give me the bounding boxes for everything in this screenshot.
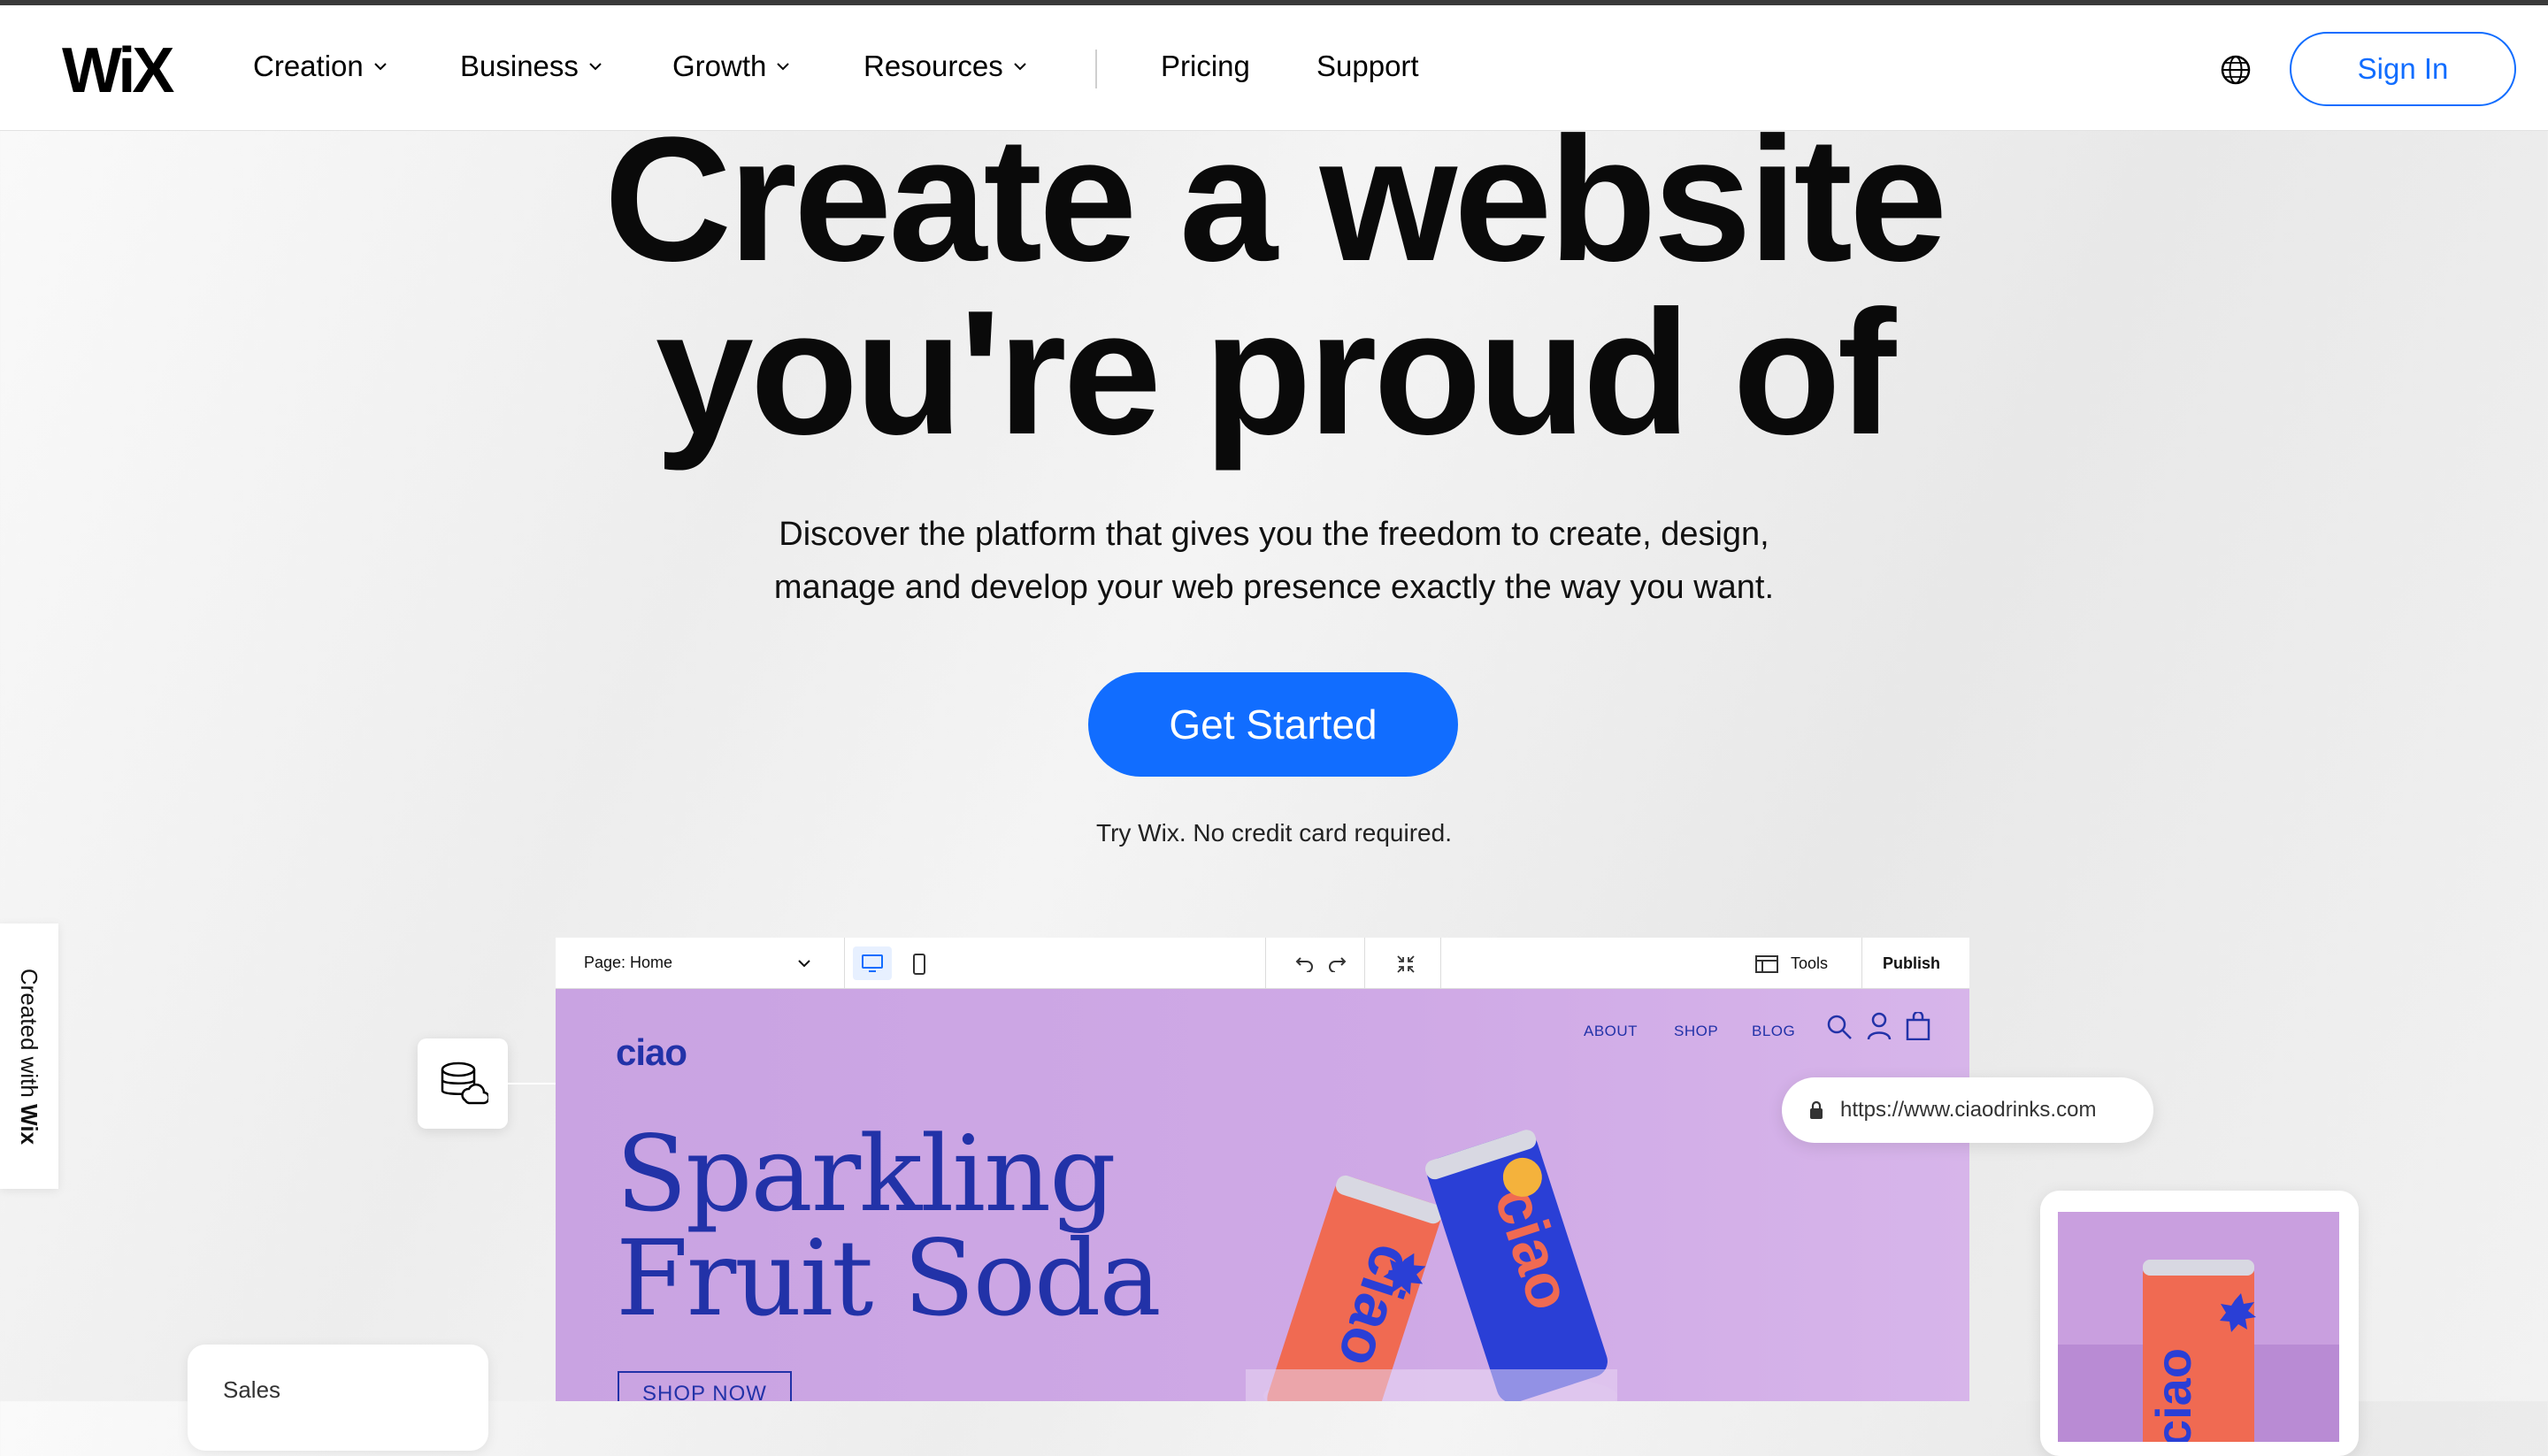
nav-growth-label: Growth — [672, 50, 767, 82]
mobile-can-image: ciao — [2058, 1212, 2339, 1442]
hero-title-line-1: Create a website — [603, 101, 1948, 298]
cta-note: Try Wix. No credit card required. — [1096, 819, 1452, 847]
nav-resources[interactable]: Resources — [863, 51, 1028, 80]
database-icon — [441, 1061, 488, 1105]
site-nav-shop[interactable]: SHOP — [1674, 1023, 1718, 1040]
hero-title: Create a website you're proud of — [0, 101, 2548, 471]
site-nav-about[interactable]: ABOUT — [1584, 1023, 1638, 1040]
toolbar-divider — [1861, 938, 1862, 989]
chevron-down-icon — [777, 62, 790, 70]
sales-label: Sales — [223, 1376, 281, 1403]
desktop-view-toggle[interactable] — [853, 946, 892, 980]
nav-business-label: Business — [460, 50, 579, 82]
lock-icon — [1810, 1100, 1823, 1119]
mobile-preview-screen: ciao — [2058, 1212, 2339, 1442]
mobile-icon[interactable] — [913, 954, 925, 975]
nav-creation-label: Creation — [253, 50, 364, 82]
site-nav-blog[interactable]: BLOG — [1752, 1023, 1795, 1040]
chevron-down-icon[interactable] — [796, 955, 812, 971]
nav-business[interactable]: Business — [460, 51, 603, 80]
zoom-out-icon[interactable] — [1396, 954, 1416, 974]
nav-pricing[interactable]: Pricing — [1161, 51, 1250, 80]
hero-subtitle-line-1: Discover the platform that gives you the… — [779, 516, 1769, 553]
desktop-icon — [862, 954, 883, 972]
publish-button[interactable]: Publish — [1883, 954, 1940, 973]
chevron-down-icon — [374, 62, 387, 70]
tools-button[interactable]: Tools — [1791, 954, 1828, 973]
page-selector[interactable]: Page: Home — [584, 954, 672, 972]
sales-card: Sales — [188, 1345, 488, 1451]
toolbar-divider — [1364, 938, 1365, 989]
wix-logo[interactable]: WiX — [62, 39, 174, 103]
connector-line — [508, 1083, 556, 1084]
nav-creation[interactable]: Creation — [253, 51, 388, 80]
user-icon[interactable] — [1867, 1012, 1892, 1040]
toolbar-divider — [844, 938, 845, 989]
created-with-brand: Wix — [16, 1103, 43, 1145]
site-headline: Sparkling Fruit Soda — [616, 1113, 1162, 1339]
chevron-down-icon — [589, 62, 602, 70]
created-with-wix-tab[interactable]: Created with Wix — [0, 923, 58, 1189]
cart-icon[interactable] — [1906, 1012, 1930, 1040]
undo-icon[interactable] — [1295, 954, 1315, 972]
nav-resources-label: Resources — [863, 50, 1003, 82]
search-icon[interactable] — [1826, 1014, 1853, 1040]
hero-title-line-2: you're proud of — [655, 274, 1897, 471]
get-started-button[interactable]: Get Started — [1088, 672, 1458, 777]
nav-support[interactable]: Support — [1316, 51, 1419, 80]
nav-divider — [1095, 50, 1097, 88]
editor-toolbar: Page: Home Tools Publish — [556, 938, 1969, 989]
url-text: https://www.ciaodrinks.com — [1840, 1098, 2097, 1122]
site-brand-logo[interactable]: ciao — [616, 1031, 687, 1074]
sign-in-button[interactable]: Sign In — [2290, 32, 2516, 106]
tools-icon[interactable] — [1755, 955, 1778, 973]
shop-now-button[interactable]: SHOP NOW — [618, 1371, 792, 1401]
site-preview: ciao ABOUT SHOP BLOG Sparkling Fruit Sod… — [556, 989, 1969, 1401]
mobile-can-label: ciao — [2145, 1348, 2201, 1442]
toolbar-divider — [1440, 938, 1441, 989]
globe-icon[interactable] — [2219, 53, 2253, 87]
hero-subtitle: Discover the platform that gives you the… — [566, 508, 1982, 614]
site-headline-line-1: Sparkling — [616, 1113, 1117, 1235]
nav-growth[interactable]: Growth — [672, 51, 791, 80]
created-with-prefix: Created with — [16, 968, 43, 1104]
hero-subtitle-line-2: manage and develop your web presence exa… — [773, 569, 1775, 606]
site-headline-line-2: Fruit Soda — [616, 1217, 1162, 1339]
soda-cans-image: ciao ciao — [1246, 1130, 1617, 1401]
database-card[interactable] — [418, 1038, 508, 1129]
mobile-preview-card: ciao — [2040, 1191, 2359, 1456]
redo-icon[interactable] — [1327, 954, 1347, 972]
chevron-down-icon — [1014, 62, 1026, 70]
url-bar[interactable]: https://www.ciaodrinks.com — [1782, 1077, 2153, 1143]
created-with-wix-label: Created with Wix — [16, 968, 43, 1144]
toolbar-divider — [1265, 938, 1266, 989]
